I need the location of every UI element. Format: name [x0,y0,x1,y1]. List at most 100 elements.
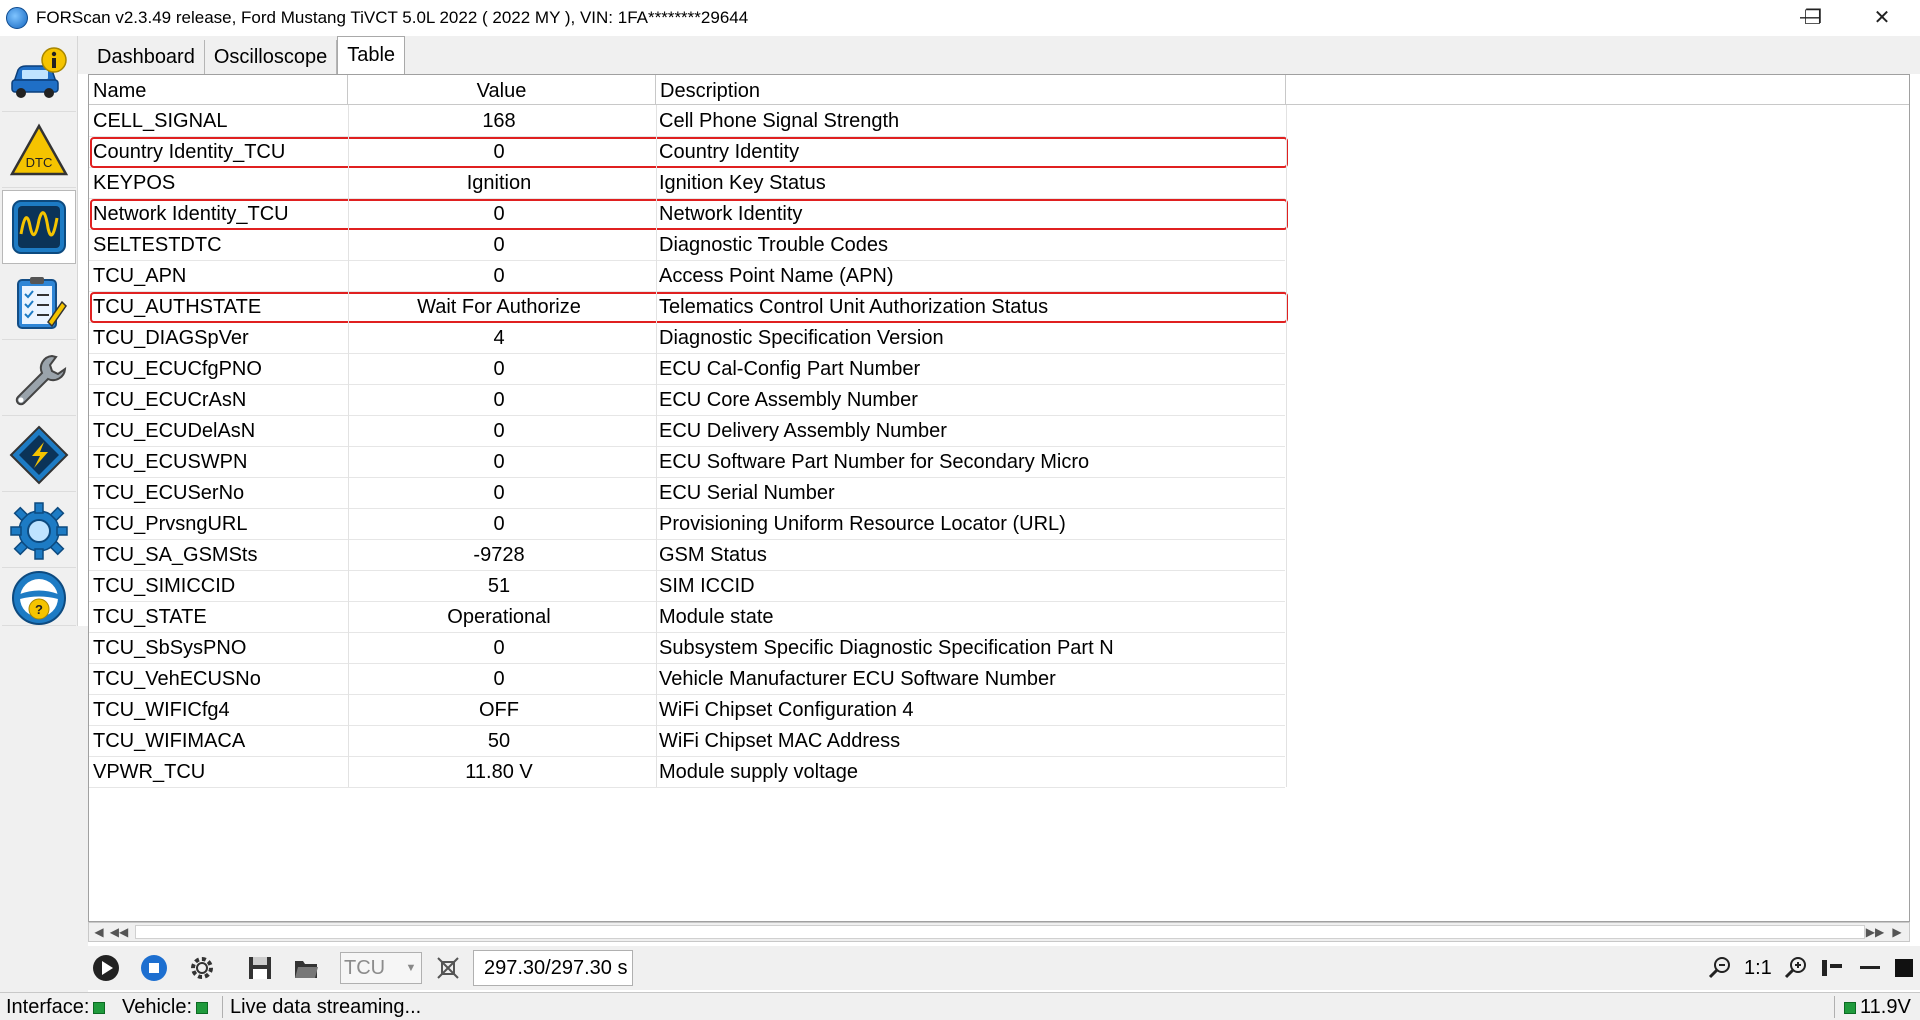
tests-button[interactable] [2,266,76,340]
table-row[interactable]: TCU_WIFICfg4 OFF WiFi Chipset Configuratio… [89,695,1285,726]
split-view-icon [1822,960,1842,976]
cell-description: ECU Serial Number [659,482,835,504]
table-row[interactable]: TCU_SA_GSMSts -9728 GSM Status [89,540,1285,571]
chip-icon [9,425,69,484]
configuration-button[interactable] [2,418,76,492]
stop-button[interactable] [136,950,172,986]
cell-value: 0 [493,203,505,225]
table-row[interactable]: TCU_DIAGSpVer 4 Diagnostic Specification V… [89,323,1285,354]
horizontal-scrollbar[interactable]: ◀ ◀◀ ▶▶ ▶ [88,922,1910,942]
disconnect-button[interactable] [430,950,466,986]
cell-name: VPWR_TCU [93,761,206,783]
cell-name: TCU_VehECUSNo [93,668,261,690]
table-row[interactable]: KEYPOS Ignition Ignition Key Status [89,168,1285,199]
save-icon [249,957,271,979]
vehicle-info-button[interactable] [2,38,76,112]
table-row[interactable]: TCU_VehECUSNo 0 Vehicle Manufacturer ECU S… [89,664,1285,695]
bottom-toolbar: TCU ▼ 297.30/297.30 s 1:1 [88,946,1920,990]
zoom-in-button[interactable] [1778,950,1814,986]
table-row[interactable]: VPWR_TCU 11.80 V Module supply voltage [89,757,1285,788]
zoom-out-button[interactable] [1702,950,1738,986]
tab-table[interactable]: Table [337,36,406,74]
column-header-empty [1286,75,1898,105]
close-icon: ✕ [1873,7,1891,29]
column-header-name[interactable]: Name [89,75,348,105]
column-header-value[interactable]: Value [348,75,656,105]
layout-button-3[interactable] [1886,950,1920,986]
column-header-description[interactable]: Description [656,75,1286,105]
cell-name: TCU_DIAGSpVer [93,327,249,349]
layout-button-1[interactable] [1814,950,1850,986]
table-row[interactable]: TCU_SbSysPNO 0 Subsystem Specific Diagnost… [89,633,1285,664]
table-row[interactable]: TCU_ECUSWPN 0 ECU Software Part Number for… [89,447,1285,478]
table-row[interactable]: Country Identity_TCU 0 Country Identity [89,137,1285,168]
settings-small-button[interactable] [184,950,220,986]
cell-description: ECU Software Part Number for Secondary M… [659,451,1090,473]
table-row[interactable]: TCU_ECUDelAsN 0 ECU Delivery Assembly Numb… [89,416,1285,447]
save-button[interactable] [242,950,278,986]
interface-led-icon [93,1001,106,1014]
cell-value: 0 [493,482,505,504]
module-select[interactable]: TCU ▼ [340,952,422,984]
table-row[interactable]: TCU_STATE Operational Module state [89,602,1285,633]
cell-name: TCU_SA_GSMSts [93,544,258,566]
scroll-last-icon[interactable]: ▶▶ [1865,924,1885,940]
layout-button-2[interactable] [1852,950,1888,986]
table-row[interactable]: TCU_AUTHSTATE Wait For Authorize Telematic… [89,292,1285,323]
cell-description: Diagnostic Trouble Codes [659,234,889,256]
maximize-button[interactable]: ❐ [1783,0,1843,35]
table-row[interactable]: TCU_SIMICCID 51 SIM ICCID [89,571,1285,602]
cell-value: 0 [493,141,505,163]
table-row[interactable]: TCU_ECUSerNo 0 ECU Serial Number [89,478,1285,509]
cell-description: Provisioning Uniform Resource Locator (U… [659,513,1066,535]
cell-value: 0 [493,358,505,380]
help-button[interactable]: ? [2,570,76,626]
left-toolbar: DTC ? [0,36,78,626]
cell-name: TCU_ECUCfgPNO [93,358,262,380]
cell-value: 168 [482,110,516,132]
zoom-ratio[interactable]: 1:1 [1744,950,1772,986]
cell-description: ECU Core Assembly Number [659,389,918,411]
settings-button[interactable] [2,494,76,568]
cell-value: 50 [487,730,511,752]
scroll-left-icon[interactable]: ◀ [89,924,109,940]
open-button[interactable] [288,950,324,986]
scrollbar-thumb[interactable] [135,925,1865,939]
cell-name: TCU_ECUCrAsN [93,389,247,411]
minimize-panel-icon [1860,966,1880,969]
dtc-button[interactable]: DTC [2,114,76,188]
cell-value: Ignition [466,172,532,194]
zoom-in-icon [1784,957,1806,979]
column-divider [1286,105,1287,787]
tab-oscilloscope[interactable]: Oscilloscope [204,40,338,74]
play-button[interactable] [88,950,124,986]
tab-dashboard[interactable]: Dashboard [88,40,205,74]
table-row[interactable]: TCU_WIFIMACA 50 WiFi Chipset MAC Address [89,726,1285,757]
oscilloscope-icon [12,200,66,254]
interface-status: Interface: [6,993,109,1020]
table-row[interactable]: SELTESTDTC 0 Diagnostic Trouble Codes [89,230,1285,261]
cell-value: OFF [479,699,519,721]
scroll-first-icon[interactable]: ◀◀ [109,924,129,940]
scroll-right-icon[interactable]: ▶ [1887,924,1907,940]
table-row[interactable]: Network Identity_TCU 0 Network Identity [89,199,1285,230]
table-row[interactable]: CELL_SIGNAL 168 Cell Phone Signal Strength [89,106,1285,137]
table-row[interactable]: TCU_PrvsngURL 0 Provisioning Uniform Resou… [89,509,1285,540]
cell-name: TCU_WIFICfg4 [93,699,230,721]
cell-description: Diagnostic Specification Version [659,327,944,349]
table-row[interactable]: TCU_ECUCrAsN 0 ECU Core Assembly Number [89,385,1285,416]
column-divider [656,105,657,787]
close-button[interactable]: ✕ [1852,0,1912,35]
cell-value: 0 [493,234,505,256]
cell-description: WiFi Chipset Configuration 4 [659,699,914,721]
cell-description: Cell Phone Signal Strength [659,110,900,132]
table-row[interactable]: TCU_ECUCfgPNO 0 ECU Cal-Config Part Number [89,354,1285,385]
service-button[interactable] [2,342,76,416]
play-icon [93,955,119,981]
column-divider [348,105,349,787]
cell-description: ECU Delivery Assembly Number [659,420,947,442]
stop-icon [141,955,167,981]
oscilloscope-button[interactable] [2,190,76,264]
table-row[interactable]: TCU_APN 0 Access Point Name (APN) [89,261,1285,292]
cell-value: 51 [487,575,511,597]
